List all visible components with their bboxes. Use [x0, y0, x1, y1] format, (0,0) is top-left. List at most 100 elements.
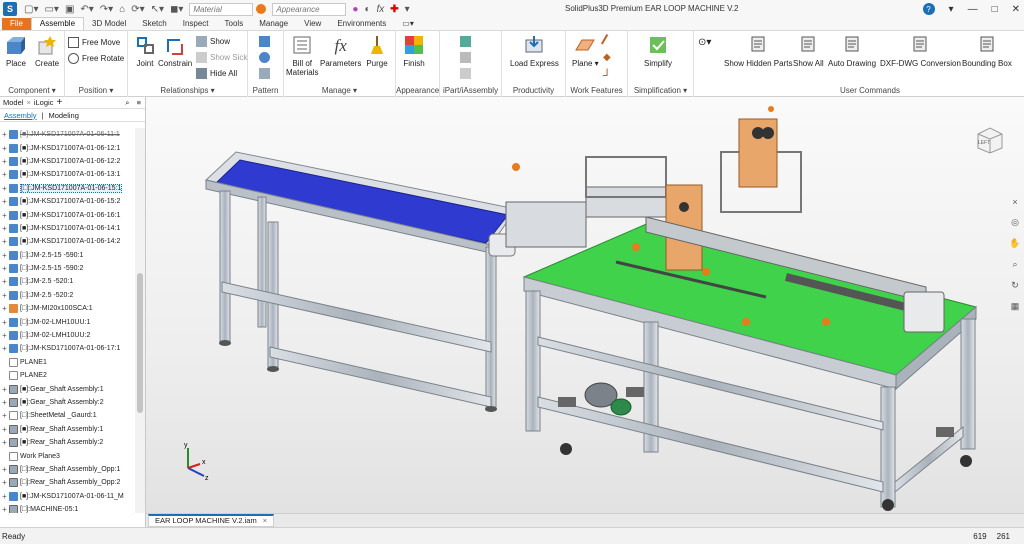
tab-3d-model[interactable]: 3D Model	[84, 18, 134, 30]
new-file-icon[interactable]: ▢▾	[24, 4, 38, 15]
show-sick-button[interactable]: Show Sick	[196, 50, 247, 64]
tree-item[interactable]: + [□]:SheetMetal _Gaurd:1	[0, 409, 136, 422]
adjust-icon[interactable]: ◐	[364, 4, 370, 15]
tree-item[interactable]: + [■]:JM-KSD171007A-01-06-15:2	[0, 195, 136, 208]
look-at-icon[interactable]: ▦	[1011, 301, 1020, 312]
expand-plus-icon[interactable]: +	[0, 237, 9, 246]
add-plus-icon[interactable]: ✚	[390, 4, 398, 15]
plane-button[interactable]: Plane ▾	[572, 34, 599, 68]
create-button[interactable]: Create	[35, 34, 59, 68]
tree-item[interactable]: + [■]:Gear_Shaft Assembly:2	[0, 396, 136, 409]
show-all-button[interactable]: Show All	[793, 34, 824, 68]
expand-plus-icon[interactable]: +	[0, 170, 9, 179]
document-tab-close-icon[interactable]: ×	[263, 516, 267, 526]
show-hidden-parts-button[interactable]: Show Hidden Parts	[724, 34, 792, 68]
help-dropdown-icon[interactable]: ▾	[949, 4, 954, 15]
bounding-box-button[interactable]: Bounding Box	[962, 34, 1012, 68]
tree-item[interactable]: + [■]:Gear_Shaft Assembly:1	[0, 382, 136, 395]
tree-item[interactable]: + [■]:JM-KSD171007A-01-06-14:1	[0, 222, 136, 235]
browser-search-icon[interactable]: ⌕	[125, 98, 129, 107]
bill-of-materials-button[interactable]: Bill of Materials	[286, 34, 318, 77]
hide-all-button[interactable]: Hide All	[196, 66, 237, 80]
tab-sketch[interactable]: Sketch	[134, 18, 174, 30]
tree-item[interactable]: + [□]:JM-KSD171007A-01-06-17:1	[0, 342, 136, 355]
subtab-modeling[interactable]: Modeling	[48, 111, 78, 120]
tree-item[interactable]: + [□]:JM-MI20x100SCA:1	[0, 302, 136, 315]
options-dropdown-icon[interactable]: ⊙▾	[698, 35, 711, 49]
tree-item[interactable]: + [□]:Rear_Shaft Assembly_Opp:1	[0, 463, 136, 476]
minimize-button[interactable]: —	[968, 4, 978, 15]
expand-plus-icon[interactable]: +	[0, 438, 9, 447]
expand-plus-icon[interactable]: +	[0, 130, 9, 139]
color-wheel-icon[interactable]: ●	[352, 4, 358, 15]
steering-wheel-icon[interactable]: ◎	[1011, 217, 1019, 228]
axis-icon[interactable]	[600, 33, 617, 49]
tab-assemble[interactable]: Assemble	[30, 17, 85, 30]
parameters-button[interactable]: fx Parameters	[320, 34, 361, 69]
expand-plus-icon[interactable]: +	[0, 251, 9, 260]
fx-icon[interactable]: fx	[376, 4, 384, 15]
ipart-create-icon[interactable]	[460, 34, 474, 48]
finish-button[interactable]: Finish	[403, 34, 425, 68]
component-group-label[interactable]: Component ▾	[0, 86, 64, 95]
tree-item[interactable]: PLANE2	[0, 369, 136, 382]
simplify-button[interactable]: Simplify	[644, 34, 672, 68]
show-button[interactable]: Show	[196, 34, 230, 48]
browser-hamburger-icon[interactable]: ≡	[137, 98, 141, 107]
subtab-assembly[interactable]: Assembly	[4, 111, 37, 120]
cube-icon[interactable]: ◼▾	[170, 4, 183, 15]
select-icon[interactable]: ↖▾	[151, 4, 164, 15]
undo-icon[interactable]: ↶▾	[80, 4, 93, 15]
ipart-edit-icon[interactable]	[460, 66, 474, 80]
document-tab[interactable]: EAR LOOP MACHINE V.2.iam ×	[148, 514, 275, 527]
tree-item[interactable]: + [□]:JM-2.5 -520:1	[0, 275, 136, 288]
tab-tools[interactable]: Tools	[217, 18, 252, 30]
tree-item[interactable]: + [■]:JM-KSD171007A-01-06-14:2	[0, 235, 136, 248]
expand-plus-icon[interactable]: +	[0, 331, 9, 340]
free-move-button[interactable]: Free Move	[68, 35, 120, 49]
expand-plus-icon[interactable]: +	[0, 157, 9, 166]
ribbon-options-icon[interactable]: ▭▾	[394, 18, 422, 30]
expand-plus-icon[interactable]: +	[0, 291, 9, 300]
3d-viewport[interactable]: y x z LEFT × ◎ ✋ ⌕ ↻ ▦	[146, 97, 1024, 513]
expand-plus-icon[interactable]: +	[0, 224, 9, 233]
constrain-button[interactable]: Constrain	[158, 34, 192, 68]
orbit-icon[interactable]: ↻	[1011, 280, 1019, 291]
free-rotate-button[interactable]: Free Rotate	[68, 51, 124, 65]
maximize-button[interactable]: □	[992, 4, 998, 15]
tab-ilogic[interactable]: iLogic	[34, 98, 54, 107]
app-logo-icon[interactable]: S	[3, 2, 17, 16]
tab-inspect[interactable]: Inspect	[175, 18, 217, 30]
relationships-group-label[interactable]: Relationships ▾	[128, 86, 247, 95]
nav-close-icon[interactable]: ×	[1012, 197, 1017, 207]
ucs-icon[interactable]: ⅃	[603, 66, 617, 80]
home-icon[interactable]: ⌂	[119, 4, 125, 15]
position-group-label[interactable]: Position ▾	[65, 86, 127, 95]
expand-plus-icon[interactable]: +	[0, 465, 9, 474]
tree-item[interactable]: + [■]:JM-KSD171007A-01-06-11_M	[0, 490, 136, 503]
expand-plus-icon[interactable]: +	[0, 398, 9, 407]
machine-model[interactable]	[146, 97, 1024, 513]
material-dropdown[interactable]: Material	[189, 2, 254, 16]
pattern-rect-icon[interactable]	[259, 34, 273, 48]
expand-plus-icon[interactable]: +	[0, 318, 9, 327]
tree-item[interactable]: + [□]:JM-02-LMH10UU:1	[0, 315, 136, 328]
tree-item[interactable]: + [□]:Rear_Shaft Assembly_Opp:2	[0, 476, 136, 489]
point-icon[interactable]: ◆	[603, 50, 617, 64]
tree-item[interactable]: + [□]:JM-02-LMH10UU:2	[0, 329, 136, 342]
zoom-icon[interactable]: ⌕	[1012, 259, 1017, 270]
tree-item[interactable]: + [□]:JM-2.5-15 -590:1	[0, 249, 136, 262]
tab-model[interactable]: Model	[3, 98, 23, 107]
expand-plus-icon[interactable]: +	[0, 264, 9, 273]
tree-item[interactable]: + [■]:JM-KSD171007A-01-06-12:2	[0, 155, 136, 168]
customize-icon[interactable]: ▾	[405, 4, 410, 15]
expand-plus-icon[interactable]: +	[0, 385, 9, 394]
expand-plus-icon[interactable]: +	[0, 144, 9, 153]
model-tab-close-icon[interactable]: ×	[26, 98, 30, 107]
tree-item[interactable]: + [■]:Rear_Shaft Assembly:1	[0, 423, 136, 436]
tree-item[interactable]: + [■]:JM-KSD171007A-01-06-13:1	[0, 168, 136, 181]
expand-plus-icon[interactable]: +	[0, 304, 9, 313]
add-tab-icon[interactable]: +	[56, 97, 62, 108]
tree-item[interactable]: Work Plane3	[0, 449, 136, 462]
open-file-icon[interactable]: ▭▾	[44, 4, 58, 15]
